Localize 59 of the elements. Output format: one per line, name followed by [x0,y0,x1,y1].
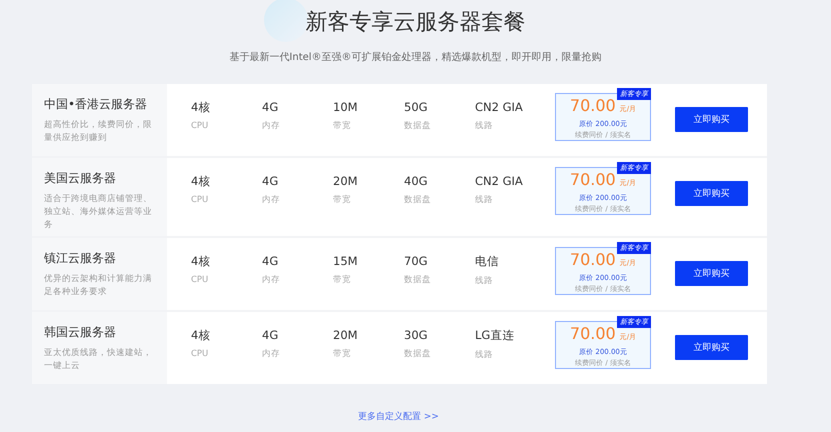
spec-value: 4G [262,254,280,268]
spec-label: 带宽 [333,194,352,206]
spec-value: CN2 GIA [475,100,524,114]
page-subtitle: 基于最新一代Intel®至强®可扩展铂金处理器，精选爆款机型，即开即用，限量抢购 [228,50,603,64]
plan-description: 优异的云架构和计算能力满足各种业务要求 [44,273,153,299]
spec-label: 线路 [475,120,494,132]
more-config-link[interactable]: 更多自定义配置 >> [358,412,439,422]
spec-value: 50G [404,100,429,114]
spec-label: 内存 [262,348,281,360]
spec-label: 内存 [262,194,281,206]
page-title: 新客专享云服务器套餐 [306,9,526,37]
spec-label: 数据盘 [404,120,432,132]
price: 70.00 [570,324,616,344]
spec-label: 内存 [262,274,281,286]
spec-label: 线路 [475,194,494,206]
spec-label: CPU [191,349,210,359]
spec-value: 30G [404,328,429,342]
buy-button[interactable]: 立即购买 [675,181,748,206]
spec-value: 4核 [191,174,212,189]
spec-label: 数据盘 [404,274,432,286]
price: 70.00 [570,96,616,116]
spec-value: LG直连 [475,328,516,343]
spec-value: 20M [333,328,359,342]
buy-button[interactable]: 立即购买 [675,261,748,286]
spec-value: 70G [404,254,429,268]
spec-label: 数据盘 [404,194,432,206]
plan-name: 中国•香港云服务器 [44,96,148,113]
plan-name: 美国云服务器 [44,170,117,187]
spec-label: 带宽 [333,348,352,360]
price: 70.00 [570,170,616,190]
spec-value: 电信 [475,254,500,269]
buy-button[interactable]: 立即购买 [675,335,748,360]
spec-value: CN2 GIA [475,174,524,188]
spec-label: CPU [191,275,210,285]
spec-label: 内存 [262,120,281,132]
plan-description: 亚太优质线路，快速建站，一键上云 [44,347,153,373]
spec-label: 带宽 [333,120,352,132]
spec-value: 4G [262,174,280,188]
buy-button[interactable]: 立即购买 [675,107,748,132]
spec-value: 40G [404,174,429,188]
spec-value: 4核 [191,100,212,115]
spec-value: 10M [333,100,359,114]
spec-label: CPU [191,121,210,131]
spec-value: 4核 [191,328,212,343]
price: 70.00 [570,250,616,270]
plan-description: 超高性价比，续费同价，限量供应抢到赚到 [44,119,153,145]
plan-description: 适合于跨境电商店铺管理、独立站、海外媒体运营等业务 [44,193,153,232]
spec-label: 带宽 [333,274,352,286]
spec-value: 20M [333,174,359,188]
spec-value: 15M [333,254,359,268]
spec-value: 4核 [191,254,212,269]
spec-label: 线路 [475,275,494,287]
plan-name: 镇江云服务器 [44,250,117,267]
plan-name: 韩国云服务器 [44,324,117,341]
spec-value: 4G [262,100,280,114]
spec-label: 线路 [475,349,494,361]
spec-value: 4G [262,328,280,342]
spec-label: CPU [191,195,210,205]
spec-label: 数据盘 [404,348,432,360]
